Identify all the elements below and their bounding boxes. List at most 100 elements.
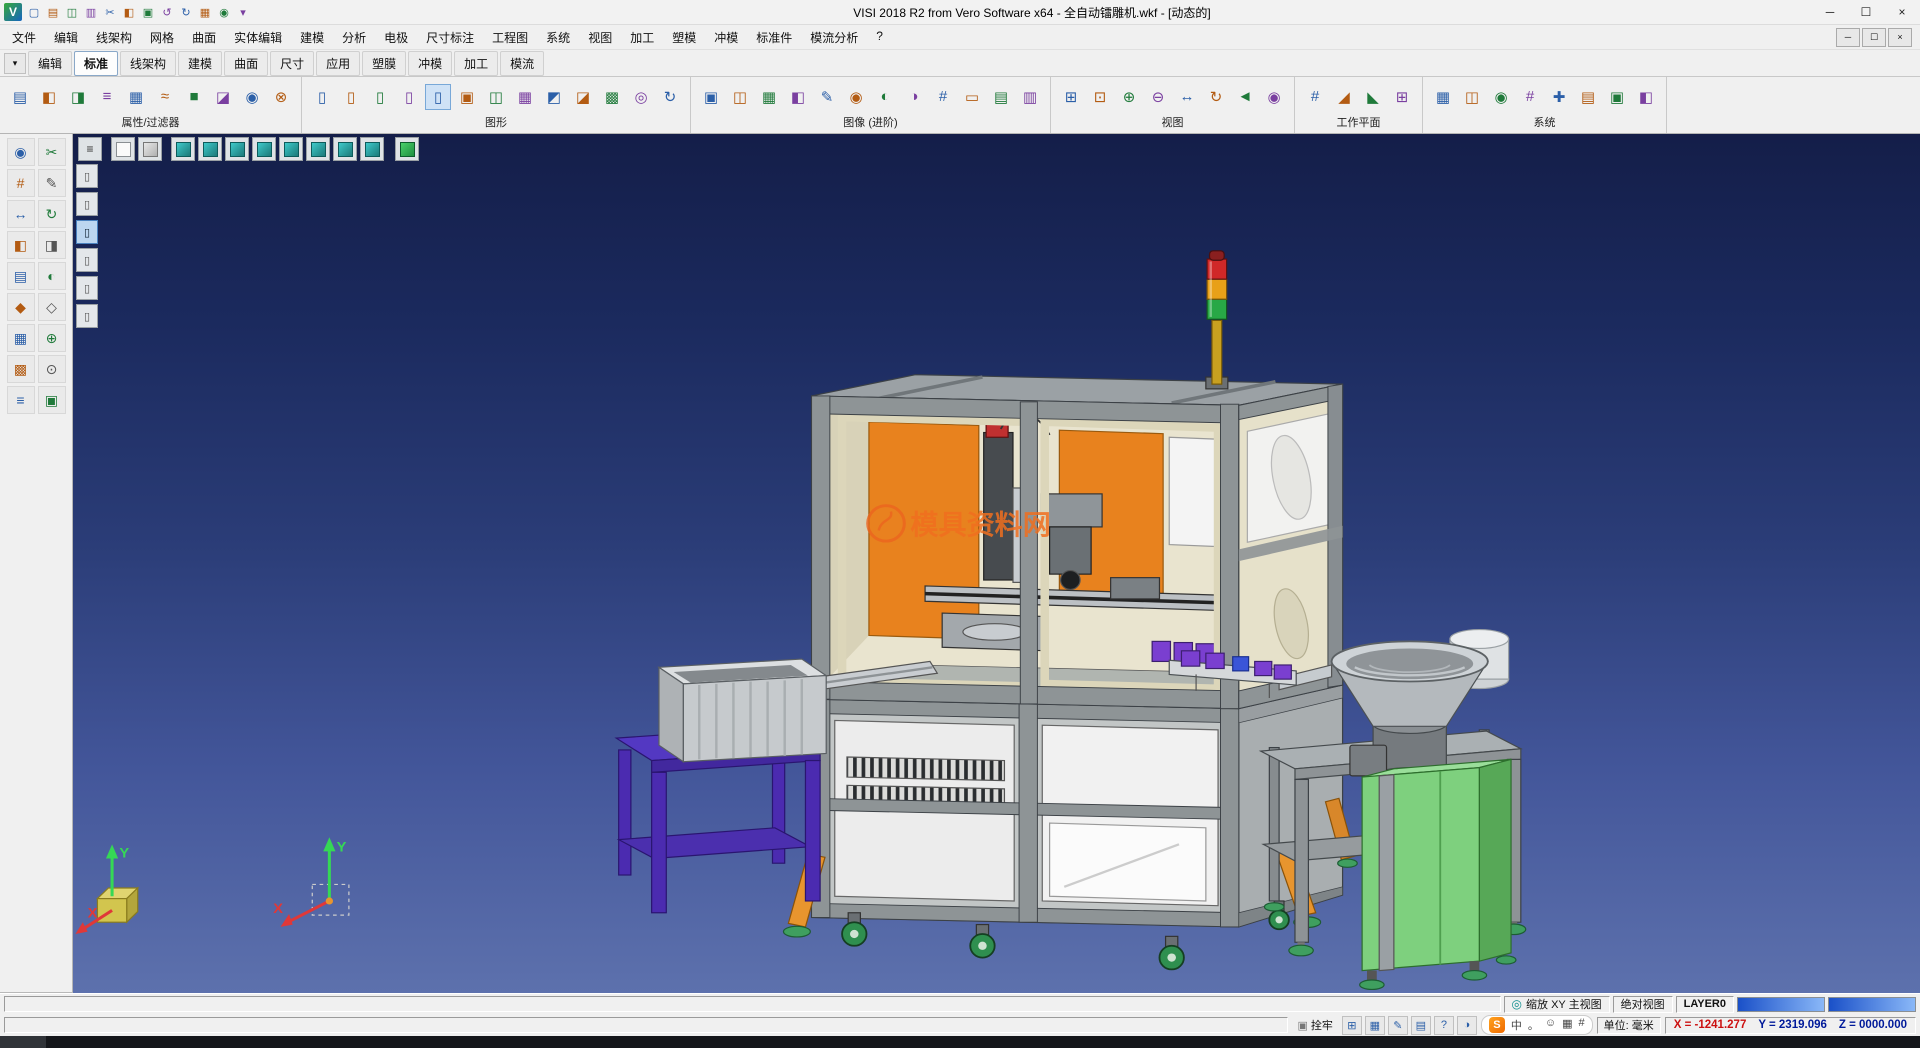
active-layer-indicator[interactable]: LAYER0 — [1676, 996, 1734, 1013]
toolbar-tab[interactable]: 冲模 — [408, 51, 452, 76]
ime-punct-button[interactable]: 。 — [1528, 1017, 1539, 1033]
menu-item[interactable]: 工程图 — [484, 26, 536, 49]
bottom-view-button[interactable] — [306, 137, 330, 161]
toolbar-tab[interactable]: 尺寸 — [270, 51, 314, 76]
menu-item[interactable]: 电极 — [376, 26, 416, 49]
menu-item[interactable]: 标准件 — [748, 26, 800, 49]
reset-filter-icon[interactable]: ⊗ — [268, 84, 294, 110]
workplane-align-icon[interactable]: ◢ — [1331, 84, 1357, 110]
view-slot-2-button[interactable]: ▯ — [76, 192, 98, 216]
close-button[interactable]: × — [1884, 0, 1920, 24]
macro-icon[interactable]: ▣ — [1604, 84, 1630, 110]
menu-item[interactable]: 分析 — [334, 26, 374, 49]
undo-icon[interactable]: ↺ — [158, 3, 176, 21]
print-image-icon[interactable]: ▥ — [1017, 84, 1043, 110]
export-image-icon[interactable]: ▤ — [988, 84, 1014, 110]
render-mode-icon[interactable]: ◩ — [541, 84, 567, 110]
toolbar-tab[interactable]: 标准 — [74, 51, 118, 76]
element-filter-icon[interactable]: ▦ — [123, 84, 149, 110]
menu-item[interactable]: 加工 — [622, 26, 662, 49]
right-view-button[interactable] — [225, 137, 249, 161]
wire-filter-icon[interactable]: ≈ — [152, 84, 178, 110]
zoom-window-icon[interactable]: ⊡ — [1087, 84, 1113, 110]
save-file-icon[interactable]: ◫ — [63, 3, 81, 21]
menu-item[interactable]: 系统 — [538, 26, 578, 49]
menu-item[interactable]: 曲面 — [184, 26, 224, 49]
toolbar-tab[interactable]: 曲面 — [224, 51, 268, 76]
toolbar-tab[interactable]: 塑膜 — [362, 51, 406, 76]
previous-view-icon[interactable]: ◄ — [1232, 84, 1258, 110]
sketch-icon[interactable]: ✎ — [38, 169, 66, 197]
qat-dropdown-icon[interactable]: ▾ — [234, 3, 252, 21]
cut-icon[interactable]: ✂ — [101, 3, 119, 21]
extrude-icon[interactable]: ▤ — [7, 262, 35, 290]
left-view-button[interactable] — [252, 137, 276, 161]
display-settings-icon[interactable]: ◫ — [1459, 84, 1485, 110]
new-file-icon[interactable]: ▢ — [25, 3, 43, 21]
material-icon[interactable]: ◪ — [570, 84, 596, 110]
ruler-icon[interactable]: ▭ — [959, 84, 985, 110]
menu-item[interactable]: 网格 — [142, 26, 182, 49]
workplane-reset-icon[interactable]: ⊞ — [1389, 84, 1415, 110]
crop-icon[interactable]: # — [930, 84, 956, 110]
blank-view-button[interactable] — [111, 137, 135, 161]
zoom-out-icon[interactable]: ⊖ — [1145, 84, 1171, 110]
compare-icon[interactable]: ◧ — [785, 84, 811, 110]
top-view-button[interactable] — [171, 137, 195, 161]
mdi-minimize-button[interactable]: ─ — [1836, 28, 1860, 47]
highlight-edges-icon[interactable]: ▯ — [425, 84, 451, 110]
layers-icon[interactable]: ≡ — [7, 386, 35, 414]
list-icon[interactable]: ▤ — [1411, 1016, 1431, 1035]
view-slot-3-button[interactable]: ▯ — [76, 220, 98, 244]
surface-filter-icon[interactable]: ◪ — [210, 84, 236, 110]
scale-icon[interactable]: ◨ — [38, 231, 66, 259]
menu-item[interactable]: 线架构 — [88, 26, 140, 49]
maximize-button[interactable]: ☐ — [1848, 0, 1884, 24]
menu-item[interactable]: 塑模 — [664, 26, 704, 49]
print-icon[interactable]: ▥ — [82, 3, 100, 21]
move-icon[interactable]: ↔ — [7, 200, 35, 228]
transparent-view-icon[interactable]: ▯ — [396, 84, 422, 110]
ime-logo-icon[interactable]: S — [1489, 1017, 1505, 1033]
shaded-view-icon[interactable]: ▯ — [309, 84, 335, 110]
system-config-icon[interactable]: ◉ — [1488, 84, 1514, 110]
graphics-viewport[interactable]: 模具资料网 — [73, 134, 1920, 993]
boolean-icon[interactable]: ⊕ — [38, 324, 66, 352]
menu-item[interactable]: 尺寸标注 — [418, 26, 482, 49]
toolbar-tab[interactable]: 编辑 — [28, 51, 72, 76]
color-table-icon[interactable]: ▦ — [1430, 84, 1456, 110]
menu-item[interactable]: 模流分析 — [802, 26, 866, 49]
toolbar-tab[interactable]: 模流 — [500, 51, 544, 76]
history-icon[interactable]: ◑ — [1457, 1016, 1477, 1035]
light-icon[interactable]: ◎ — [628, 84, 654, 110]
toolbar-tab[interactable]: 线架构 — [120, 51, 176, 76]
redo-icon[interactable]: ↻ — [177, 3, 195, 21]
fillet-icon[interactable]: ◆ — [7, 293, 35, 321]
shell-icon[interactable]: ▦ — [7, 324, 35, 352]
minimize-button[interactable]: ─ — [1812, 0, 1848, 24]
rotate-icon[interactable]: ↻ — [38, 200, 66, 228]
refresh-icon[interactable]: ↻ — [657, 84, 683, 110]
iso-rear-view-button[interactable] — [360, 137, 384, 161]
front-view-button[interactable] — [198, 137, 222, 161]
contrast-icon[interactable]: ◑ — [901, 84, 927, 110]
chamfer-icon[interactable]: ◇ — [38, 293, 66, 321]
box-view-icon[interactable]: ▣ — [454, 84, 480, 110]
open-file-icon[interactable]: ▤ — [44, 3, 62, 21]
measure-icon[interactable]: ⊙ — [38, 355, 66, 383]
iso-view-button[interactable] — [333, 137, 357, 161]
render-icon[interactable]: ◉ — [215, 3, 233, 21]
ime-keyboard-button[interactable]: ▦ — [1562, 1017, 1572, 1033]
select-icon[interactable]: ◉ — [7, 138, 35, 166]
layer-filter-icon[interactable]: ≡ — [94, 84, 120, 110]
wireframe-view-icon[interactable]: ▯ — [338, 84, 364, 110]
shaded-view-button[interactable] — [138, 137, 162, 161]
view-slot-6-button[interactable]: ▯ — [76, 304, 98, 328]
snap-lock-toggle[interactable]: ▣ 拴牢 — [1292, 1017, 1337, 1033]
grid-toggle-icon[interactable]: ⊞ — [1342, 1016, 1362, 1035]
toolbar-tab[interactable]: 加工 — [454, 51, 498, 76]
edit-note-icon[interactable]: ✎ — [1388, 1016, 1408, 1035]
gallery-icon[interactable]: ▦ — [756, 84, 782, 110]
menu-item[interactable]: 编辑 — [46, 26, 86, 49]
zoom-in-icon[interactable]: ⊕ — [1116, 84, 1142, 110]
